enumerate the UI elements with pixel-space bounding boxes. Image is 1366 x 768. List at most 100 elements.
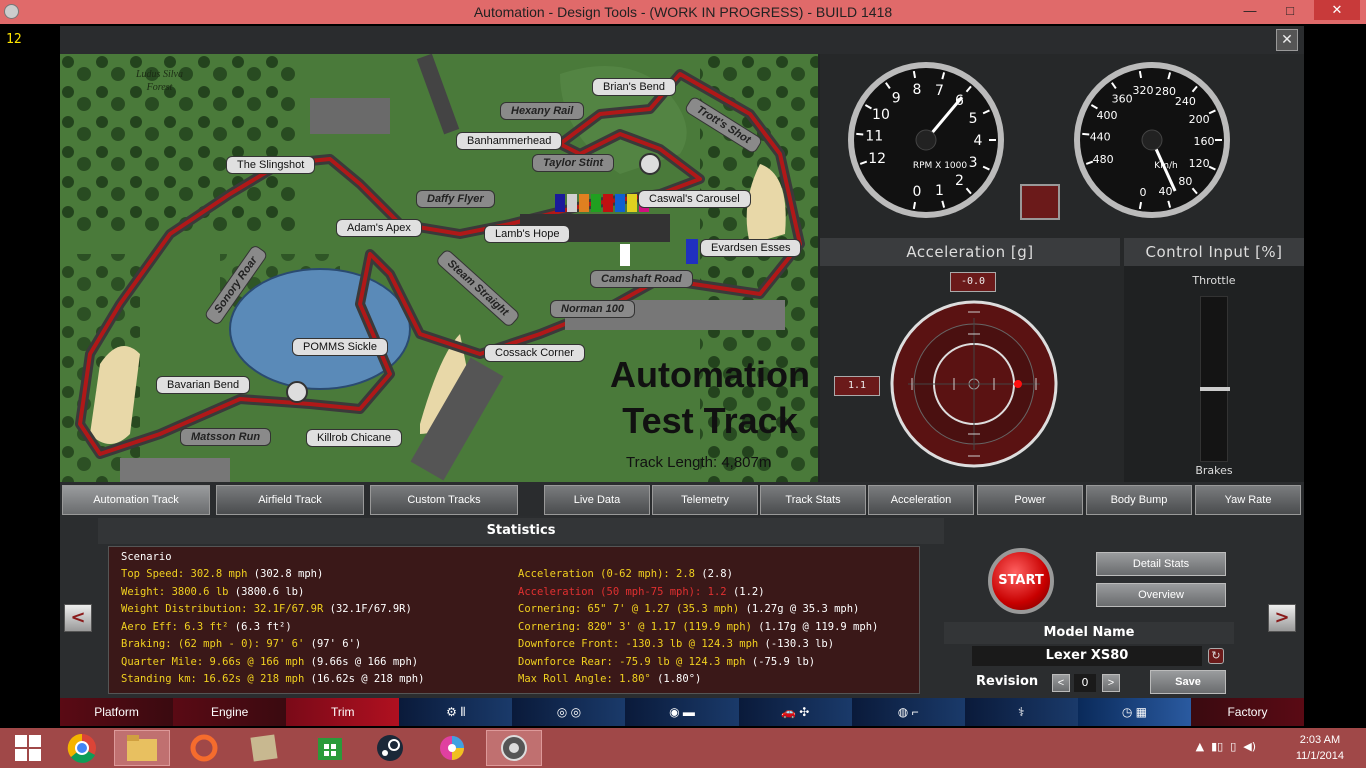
nav-interior-icon[interactable]: ◍ ⌐ <box>851 698 965 726</box>
revision-label: Revision <box>976 674 1039 689</box>
nav-body-fan-icon[interactable]: 🚗 ✣ <box>738 698 852 726</box>
nav-engine[interactable]: Engine <box>173 698 287 726</box>
nav-test-track-icon[interactable]: ◷ ▦ <box>1077 698 1191 726</box>
next-page-button[interactable]: > <box>1268 604 1296 632</box>
stat-value: Downforce Rear: -75.9 lb @ 124.3 mph <box>518 655 746 668</box>
brakes-label: Brakes <box>1195 464 1233 477</box>
window-titlebar: Automation - Design Tools - (WORK IN PRO… <box>0 0 1366 24</box>
start-button[interactable]: START <box>988 548 1054 614</box>
tab-acceleration[interactable]: Acceleration <box>868 485 974 515</box>
revision-decrement-button[interactable]: < <box>1052 674 1070 692</box>
stat-row-left: Aero Eff: 6.3 ft² (6.3 ft²) <box>121 621 292 633</box>
stat-value: Weight: 3800.6 lb <box>121 585 229 598</box>
rpm-gauge: 0123456789101112RPM X 1000 <box>848 62 1004 218</box>
stat-baseline: (1.27g @ 35.3 mph) <box>739 603 860 615</box>
refresh-name-icon[interactable]: ↻ <box>1208 648 1224 664</box>
steam-icon[interactable] <box>362 730 418 766</box>
tab-live-data[interactable]: Live Data <box>544 485 650 515</box>
track-map[interactable]: Ludus Silva Forest Brian's Bend Hexany Ra… <box>60 54 818 482</box>
minimize-button[interactable]: — <box>1230 0 1270 20</box>
windows-start-icon[interactable] <box>0 730 56 766</box>
stat-row-left: Weight Distribution: 32.1F/67.9R (32.1F/… <box>121 603 412 615</box>
gauge-tick-mark <box>1138 70 1143 79</box>
windows-store-icon[interactable] <box>302 730 358 766</box>
stat-baseline: (97' 6') <box>304 638 362 650</box>
rpm-tick-label: 5 <box>969 111 978 127</box>
revision-increment-button[interactable]: > <box>1102 674 1120 692</box>
fps-counter: 12 <box>6 32 22 47</box>
stat-baseline: (16.62s @ 218 mph) <box>304 673 425 685</box>
model-name-header: Model Name <box>944 622 1234 644</box>
rpm-tick-label: 7 <box>935 83 944 99</box>
stat-baseline: (1.2) <box>726 585 765 598</box>
save-button[interactable]: Save <box>1150 670 1226 694</box>
speed-tick-label: 360 <box>1112 92 1133 105</box>
stat-row-left: Top Speed: 302.8 mph (302.8 mph) <box>121 568 323 580</box>
nav-trim[interactable]: Trim <box>286 698 400 726</box>
nav-suspension-icon[interactable]: ⚕ <box>964 698 1078 726</box>
turn-label-camshaft-road: Camshaft Road <box>590 270 693 288</box>
tab-body-bump[interactable]: Body Bump <box>1086 485 1192 515</box>
tab-automation-track[interactable]: Automation Track <box>62 485 210 515</box>
maximize-button[interactable]: □ <box>1270 0 1310 20</box>
picasa-icon[interactable] <box>424 730 480 766</box>
map-title: Automation Test Track <box>610 354 810 441</box>
nav-wheels-icon[interactable]: ◎ ◎ <box>512 698 626 726</box>
model-name-field[interactable]: Lexer XS80 <box>972 646 1202 666</box>
stat-value: Weight Distribution: 32.1F/67.9R <box>121 603 324 615</box>
tab-track-stats[interactable]: Track Stats <box>760 485 866 515</box>
accel-lateral-readout: 1.1 <box>834 376 880 396</box>
prev-page-button[interactable]: < <box>64 604 92 632</box>
speed-tick-label: 240 <box>1175 95 1196 108</box>
control-input-header: Control Input [%] <box>1124 238 1304 266</box>
stat-row-right: Cornering: 820" 3' @ 1.17 (119.9 mph) (1… <box>518 621 878 633</box>
overview-button[interactable]: Overview <box>1096 583 1226 607</box>
tray-icons[interactable]: ▲ ▮▯ ▯ ◀) <box>1196 740 1256 753</box>
stat-row-right: Max Roll Angle: 1.80° (1.80°) <box>518 673 701 685</box>
maps-app-icon[interactable] <box>236 730 292 766</box>
speed-tick-label: 440 <box>1090 130 1111 143</box>
tab-power[interactable]: Power <box>977 485 1083 515</box>
tab-telemetry[interactable]: Telemetry <box>652 485 758 515</box>
stat-value: Max Roll Angle: 1.80° <box>518 673 651 685</box>
stat-baseline: (3800.6 lb) <box>228 585 305 598</box>
window-close-button[interactable]: ✕ <box>1314 0 1360 20</box>
gauge-label: RPM X 1000 <box>913 161 968 171</box>
rpm-tick-label: 11 <box>865 128 883 144</box>
window-title: Automation - Design Tools - (WORK IN PRO… <box>473 4 893 20</box>
nav-engine-parts-icon[interactable]: ⚙ ⦀ <box>399 698 513 726</box>
view-tabs: Automation Track Airfield Track Custom T… <box>60 482 1304 516</box>
accel-longitudinal-readout: -0.0 <box>950 272 996 292</box>
gauge-hub <box>915 129 937 151</box>
nav-exhaust-icon[interactable]: ◉ ▬ <box>625 698 739 726</box>
nav-factory[interactable]: Factory <box>1190 698 1305 726</box>
tab-custom-tracks[interactable]: Custom Tracks <box>370 485 518 515</box>
stat-row-left: Braking: (62 mph - 0): 97' 6' (97' 6') <box>121 638 361 650</box>
detail-stats-button[interactable]: Detail Stats <box>1096 552 1226 576</box>
turn-label-evardsen-esses: Evardsen Esses <box>700 239 802 257</box>
file-explorer-icon[interactable] <box>114 730 170 766</box>
tab-yaw-rate[interactable]: Yaw Rate <box>1195 485 1301 515</box>
origin-icon[interactable] <box>176 730 232 766</box>
stat-row-right: Acceleration (50 mph-75 mph): 1.2 (1.2) <box>518 586 765 598</box>
turn-label-killrob-chicane: Killrob Chicane <box>306 429 402 447</box>
stat-row-right: Downforce Front: -130.3 lb @ 124.3 mph (… <box>518 638 834 650</box>
throttle-brake-indicator <box>1200 387 1230 392</box>
rpm-tick-label: 3 <box>969 155 978 171</box>
gauge-hub <box>1141 129 1163 151</box>
system-clock[interactable]: 2:03 AM 11/1/2014 <box>1296 732 1344 764</box>
scenario-label: Scenario <box>121 551 172 563</box>
tab-airfield-track[interactable]: Airfield Track <box>216 485 364 515</box>
throttle-brake-track <box>1200 296 1228 462</box>
speed-tick-label: 480 <box>1093 153 1114 166</box>
nav-platform[interactable]: Platform <box>60 698 174 726</box>
stat-baseline: (302.8 mph) <box>247 568 324 580</box>
chrome-icon[interactable] <box>54 730 110 766</box>
dialog-close-button[interactable]: ✕ <box>1276 29 1298 51</box>
speed-tick-label: 160 <box>1194 135 1215 148</box>
automation-game-icon[interactable] <box>486 730 542 766</box>
stat-row-right: Acceleration (0-62 mph): 2.8 (2.8) <box>518 568 733 580</box>
rpm-tick-label: 9 <box>892 90 901 106</box>
taskbar: ▲ ▮▯ ▯ ◀) 2:03 AM 11/1/2014 <box>0 728 1366 768</box>
turn-label-caswals-carousel: Caswal's Carousel <box>638 190 751 208</box>
